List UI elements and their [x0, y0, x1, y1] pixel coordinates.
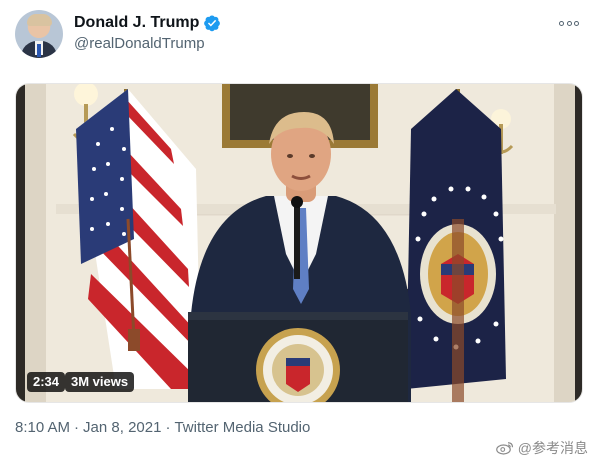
tweet-source[interactable]: Twitter Media Studio	[174, 419, 310, 436]
video-views-badge: 3M views	[65, 372, 135, 392]
tweet-header: Donald J. Trump @realDonaldTrump	[15, 10, 585, 60]
tweet-time[interactable]: 8:10 AM	[15, 419, 70, 436]
author-name[interactable]: Donald J. Trump	[74, 14, 199, 32]
video-frame	[16, 84, 582, 402]
watermark: @参考消息	[495, 438, 588, 458]
video-player[interactable]: 2:34 3M views	[15, 83, 583, 403]
author-handle[interactable]: @realDonaldTrump	[74, 35, 205, 52]
separator: ·	[74, 419, 80, 436]
verified-badge-icon	[204, 15, 221, 32]
author-name-row[interactable]: Donald J. Trump	[74, 14, 221, 32]
watermark-text: @参考消息	[517, 440, 588, 456]
tweet-date[interactable]: Jan 8, 2021	[83, 419, 161, 436]
weibo-icon	[495, 442, 513, 455]
tweet-metadata: 8:10 AM · Jan 8, 2021 · Twitter Media St…	[15, 419, 310, 436]
author-avatar[interactable]	[15, 10, 63, 58]
video-duration-badge: 2:34	[27, 372, 66, 392]
more-options-icon[interactable]	[557, 14, 581, 32]
separator: ·	[165, 419, 171, 436]
